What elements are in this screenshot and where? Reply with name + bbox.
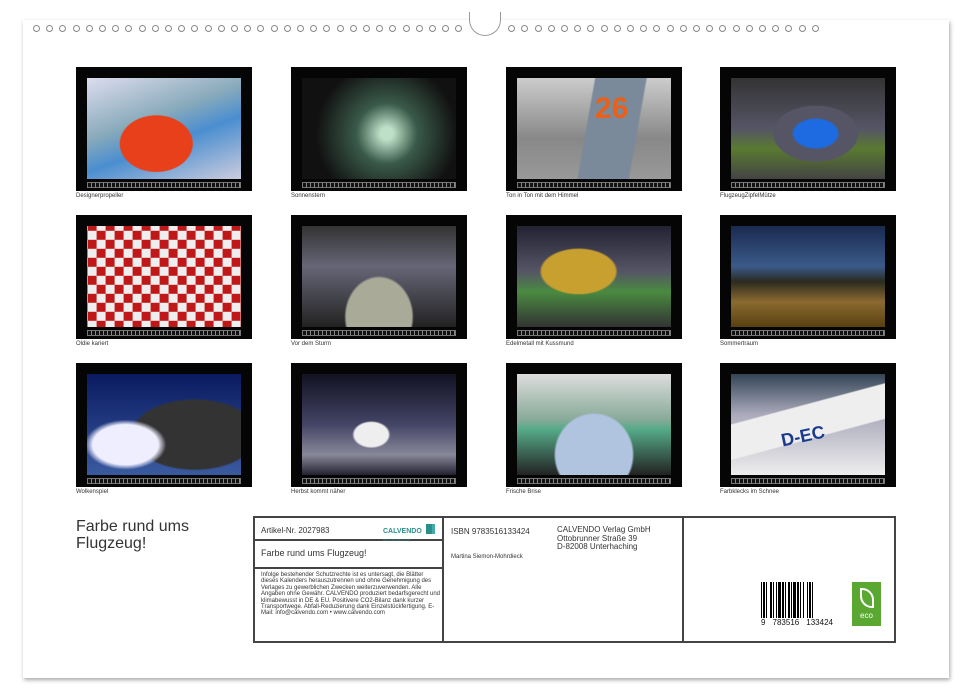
registration-mark: D-EC: [779, 421, 827, 451]
binding-hole: [283, 25, 291, 32]
photo-caption: Edelmetall mit Kussmund: [506, 341, 574, 347]
binding-hole: [33, 25, 40, 32]
calendar-strip: [302, 182, 456, 188]
airplane-photo: [517, 374, 671, 475]
photo-caption: Wolkenspiel: [76, 489, 109, 495]
binding-hole: [217, 25, 225, 32]
calvendo-logo: CALVENDO Dein Kalenderverlag: [383, 520, 436, 542]
calendar-strip: [302, 330, 456, 336]
month-thumbnail: [720, 67, 896, 191]
photo-caption: FlugzeugZipfelMütze: [720, 193, 776, 199]
binding-hole: [600, 25, 608, 32]
publisher-address: CALVENDO Verlag GmbH Ottobrunner Straße 3…: [557, 525, 651, 551]
binding-hole: [745, 25, 753, 32]
isbn: ISBN 9783516133424: [451, 527, 530, 536]
airplane-photo: [731, 226, 885, 327]
photo-caption: Sommertraum: [720, 341, 759, 347]
binding-hole: [99, 25, 106, 32]
calendar-strip: [517, 478, 671, 484]
binding-hole: [693, 25, 700, 32]
month-thumbnail: [76, 67, 252, 191]
tail-number: 26: [595, 92, 629, 125]
article-number: Artikel-Nr. 2027983: [261, 526, 330, 535]
month-thumbnail: [506, 363, 682, 487]
info-box: Artikel-Nr. 2027983 CALVENDO Dein Kalend…: [253, 516, 896, 643]
binding-hole: [270, 25, 278, 32]
month-thumbnail: [291, 67, 467, 191]
month-thumbnail: D-EC: [720, 363, 896, 487]
month-thumbnail: 26: [506, 67, 682, 191]
binding-hole: [415, 25, 423, 32]
calendar-strip: [731, 182, 885, 188]
calendar-strip: [87, 478, 241, 484]
binding-hole: [798, 25, 806, 32]
binding-hole: [429, 25, 436, 32]
airplane-photo: [87, 78, 241, 179]
airplane-photo: [302, 226, 456, 327]
calendar-strip: [87, 182, 241, 188]
calendar-strip: [731, 330, 885, 336]
photo-caption: Ton in Ton mit dem Himmel: [506, 193, 579, 199]
eco-logo: eco: [852, 582, 881, 626]
photo-caption: Sonnenstern: [291, 193, 326, 199]
binding-hole: [151, 25, 159, 32]
calendar-strip: [517, 330, 671, 336]
calendar-strip: [87, 330, 241, 336]
binding-hole: [72, 25, 80, 32]
airplane-photo: [87, 226, 241, 327]
airplane-photo: [87, 374, 241, 475]
month-thumbnail: [291, 363, 467, 487]
binding-hole: [679, 25, 687, 32]
calendar-strip: [517, 182, 671, 188]
binding-hole: [336, 25, 344, 32]
month-thumbnail: [76, 363, 252, 487]
author: Martina Siemon-Mohrdieck: [451, 554, 523, 560]
binding-hole: [204, 25, 212, 32]
photo-caption: Frische Brise: [506, 489, 542, 495]
barcode: 9 783516 133424: [761, 582, 833, 627]
legal-text: Infolge bestehender Schutzrechte ist es …: [261, 572, 440, 617]
airplane-photo: [517, 226, 671, 327]
airplane-photo: [302, 374, 456, 475]
binding-hole: [138, 25, 146, 32]
calendar-title: Farbe rund ums Flugzeug!: [76, 518, 189, 552]
binding-hole: [363, 25, 370, 32]
binding-hole: [811, 25, 819, 32]
calendar-strip: [731, 478, 885, 484]
binding-hole: [165, 25, 172, 32]
binding-hole: [627, 25, 634, 32]
photo-caption: Vor dem Sturm: [291, 341, 332, 347]
month-thumbnail: [720, 215, 896, 339]
binding-hole: [613, 25, 621, 32]
airplane-photo: 26: [517, 78, 671, 179]
photo-caption: Farbklecks im Schnee: [720, 489, 780, 495]
photo-caption: Herbst kommt näher: [291, 489, 346, 495]
month-thumbnail: [76, 215, 252, 339]
month-thumbnail: [291, 215, 467, 339]
binding-hole: [759, 25, 766, 32]
photo-caption: Designerpropeller: [76, 193, 124, 199]
photo-caption: Oldie kariert: [76, 341, 109, 347]
binding-hole: [666, 25, 674, 32]
airplane-photo: D-EC: [731, 374, 885, 475]
month-thumbnail: [506, 215, 682, 339]
binding-hole: [297, 25, 304, 32]
calendar-strip: [302, 478, 456, 484]
airplane-photo: [731, 78, 885, 179]
binding-hole: [85, 25, 93, 32]
binding-hole: [402, 25, 410, 32]
binding-hole: [547, 25, 555, 32]
product-title: Farbe rund ums Flugzeug!: [261, 548, 367, 558]
binding-hole: [231, 25, 238, 32]
binding-hole: [732, 25, 740, 32]
airplane-photo: [302, 78, 456, 179]
binding-hole: [534, 25, 542, 32]
binding-hole: [349, 25, 357, 32]
binding-hole: [561, 25, 568, 32]
